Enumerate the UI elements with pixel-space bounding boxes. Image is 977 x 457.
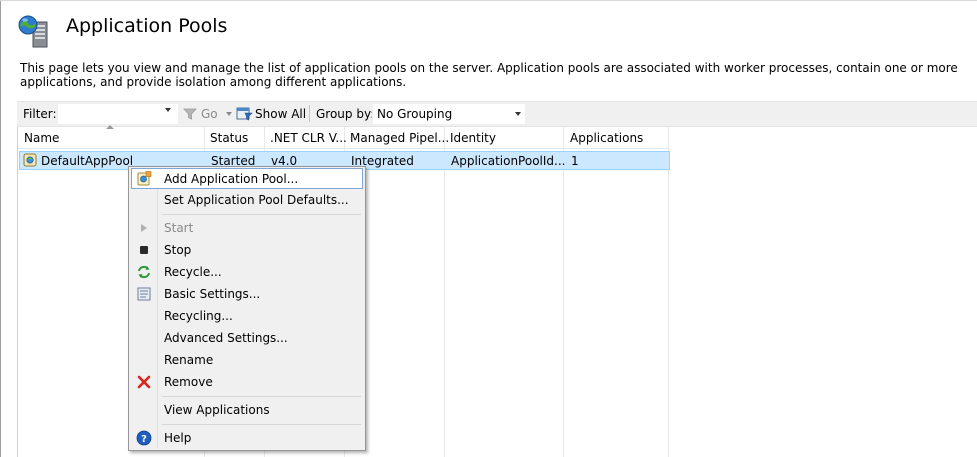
menu-item-recycle[interactable]: Recycle... xyxy=(131,261,363,282)
go-dropdown-arrow-icon[interactable] xyxy=(226,112,232,116)
menu-item-label: Rename xyxy=(164,353,214,367)
remove-icon xyxy=(136,374,152,390)
menu-item-label: Remove xyxy=(164,375,213,389)
group-by-value: No Grouping xyxy=(377,107,453,121)
menu-item-label: Add Application Pool... xyxy=(164,172,299,186)
column-header-clr-version[interactable]: .NET CLR V... xyxy=(270,131,347,145)
menu-item-label: View Applications xyxy=(164,403,270,417)
menu-separator xyxy=(162,214,361,215)
app-pool-icon xyxy=(23,153,39,171)
svg-text:?: ? xyxy=(141,434,147,445)
add-pool-icon xyxy=(136,171,152,187)
menu-item-label: Stop xyxy=(164,243,192,257)
menu-item-add-application-pool[interactable]: Add Application Pool... xyxy=(131,168,363,189)
group-by-dropdown-arrow-icon[interactable] xyxy=(515,112,521,116)
column-header-applications[interactable]: Applications xyxy=(570,131,643,145)
play-icon xyxy=(136,220,152,236)
funnel-icon xyxy=(183,107,197,124)
cell-identity: ApplicationPoolId... xyxy=(451,154,566,168)
page-title: Application Pools xyxy=(66,15,228,37)
stop-icon xyxy=(136,242,152,258)
menu-item-advanced-settings[interactable]: Advanced Settings... xyxy=(131,327,363,348)
menu-item-rename[interactable]: Rename xyxy=(131,349,363,370)
column-header-status[interactable]: Status xyxy=(210,131,248,145)
menu-item-recycling[interactable]: Recycling... xyxy=(131,305,363,326)
application-pools-icon xyxy=(17,14,51,48)
filter-toolbar: Filter: Go Show All Group by: No Groupin… xyxy=(17,101,977,127)
group-by-label: Group by: xyxy=(316,107,375,121)
recycle-icon xyxy=(136,264,152,280)
filter-input[interactable] xyxy=(57,103,179,125)
header-divider xyxy=(18,148,668,149)
menu-item-label: Basic Settings... xyxy=(164,287,261,301)
settings-icon xyxy=(136,286,152,302)
cell-name: DefaultAppPool xyxy=(41,154,134,168)
menu-item-start: Start xyxy=(131,217,363,238)
menu-item-view-applications[interactable]: View Applications xyxy=(131,399,363,420)
help-icon: ? xyxy=(136,430,152,446)
show-all-icon xyxy=(236,106,253,125)
menu-item-basic-settings[interactable]: Basic Settings... xyxy=(131,283,363,304)
menu-item-remove[interactable]: Remove xyxy=(131,371,363,392)
column-header-managed-pipeline[interactable]: Managed Pipel... xyxy=(350,131,449,145)
menu-item-stop[interactable]: Stop xyxy=(131,239,363,260)
menu-item-help[interactable]: ? Help xyxy=(131,427,363,448)
page-description: This page lets you view and manage the l… xyxy=(20,61,958,89)
menu-item-label: Start xyxy=(164,221,194,235)
menu-item-label: Advanced Settings... xyxy=(164,331,288,345)
go-button[interactable]: Go xyxy=(201,107,218,121)
menu-separator xyxy=(162,424,361,425)
window-left-border xyxy=(0,0,1,457)
filter-label: Filter: xyxy=(23,107,57,121)
window-top-border xyxy=(0,0,977,1)
menu-item-label: Recycling... xyxy=(164,309,233,323)
toolbar-separator xyxy=(309,105,310,122)
sort-ascending-icon xyxy=(106,125,114,129)
menu-item-label: Set Application Pool Defaults... xyxy=(164,193,349,207)
filter-dropdown-arrow-icon[interactable] xyxy=(165,108,171,112)
show-all-button[interactable]: Show All xyxy=(255,107,306,121)
menu-separator xyxy=(162,396,361,397)
column-header-identity[interactable]: Identity xyxy=(450,131,496,145)
menu-item-label: Help xyxy=(164,431,192,445)
column-header-name[interactable]: Name xyxy=(24,131,59,145)
column-separator xyxy=(563,127,564,457)
column-separator xyxy=(668,127,669,457)
menu-item-set-defaults[interactable]: Set Application Pool Defaults... xyxy=(131,189,363,210)
menu-item-label: Recycle... xyxy=(164,265,222,279)
column-separator xyxy=(444,127,445,457)
context-menu: Add Application Pool... Set Application … xyxy=(128,166,366,451)
cell-applications: 1 xyxy=(571,154,579,168)
